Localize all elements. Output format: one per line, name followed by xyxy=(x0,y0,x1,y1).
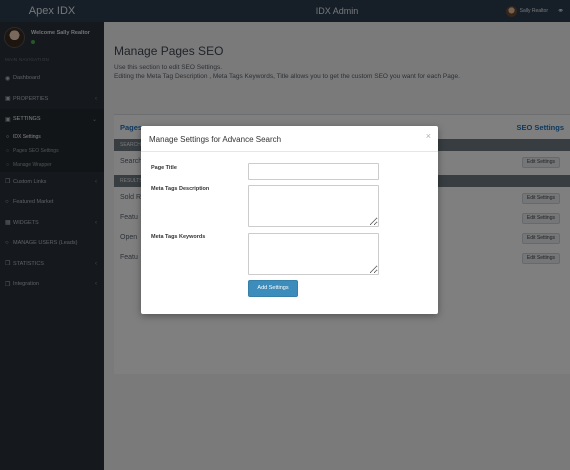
meta-keywords-textarea[interactable] xyxy=(248,233,379,275)
meta-description-textarea[interactable] xyxy=(248,185,379,227)
page-title-input[interactable] xyxy=(248,163,379,180)
close-icon[interactable]: × xyxy=(426,132,431,141)
modal-divider xyxy=(141,151,438,152)
meta-keywords-label: Meta Tags Keywords xyxy=(151,234,206,240)
modal-title: Manage Settings for Advance Search xyxy=(149,135,282,144)
page-title-label: Page Title xyxy=(151,165,177,171)
meta-description-label: Meta Tags Description xyxy=(151,186,210,192)
add-settings-button[interactable]: Add Settings xyxy=(248,280,298,297)
seo-settings-modal: Manage Settings for Advance Search × Pag… xyxy=(141,126,438,314)
